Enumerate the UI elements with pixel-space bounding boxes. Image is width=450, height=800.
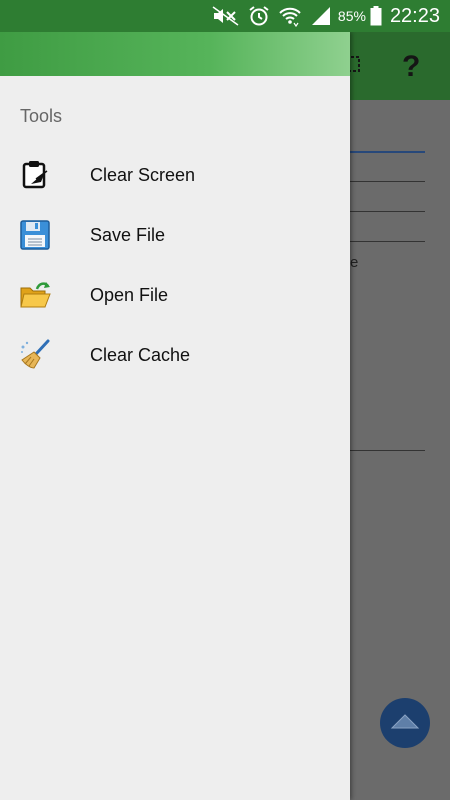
drawer-item-clear-cache[interactable]: Clear Cache <box>0 325 350 385</box>
drawer-item-label: Clear Screen <box>90 164 196 185</box>
navigation-drawer: Tools Clear Screen Save File Open File C… <box>0 32 350 800</box>
divider <box>350 181 425 182</box>
floppy-disk-icon <box>18 218 52 252</box>
drawer-item-clear-screen[interactable]: Clear Screen <box>0 145 350 205</box>
drawer-item-label: Open File <box>90 284 169 305</box>
drawer-item-label: Clear Cache <box>90 344 191 365</box>
divider <box>350 241 425 242</box>
drawer-item-save-file[interactable]: Save File <box>0 205 350 265</box>
background-text-fragment: e <box>350 254 359 271</box>
divider <box>350 151 425 153</box>
drawer-item-open-file[interactable]: Open File <box>0 265 350 325</box>
drawer-list: Clear Screen Save File Open File Clear C… <box>0 145 350 385</box>
scroll-up-button[interactable] <box>380 698 430 748</box>
battery-icon <box>370 6 382 26</box>
drawer-item-label: Save File <box>90 224 166 245</box>
divider <box>350 211 425 212</box>
open-folder-icon <box>18 278 52 312</box>
status-bar: 85% 22:23 <box>0 0 450 32</box>
help-icon[interactable]: ? <box>402 52 420 82</box>
mute-icon <box>212 6 240 26</box>
divider <box>350 450 425 451</box>
alarm-icon <box>248 5 270 27</box>
broom-icon <box>18 338 52 372</box>
chevron-up-icon <box>390 712 420 735</box>
drawer-section-title: Tools <box>20 106 63 126</box>
drawer-header <box>0 32 350 76</box>
signal-icon <box>310 6 332 26</box>
status-time: 22:23 <box>389 4 440 27</box>
wifi-icon <box>278 5 302 27</box>
screen: 85% 22:23 ? e Tools Clear Screen Save Fi… <box>0 0 450 800</box>
battery-percent: 85% <box>337 8 366 24</box>
clipboard-icon <box>18 158 52 192</box>
